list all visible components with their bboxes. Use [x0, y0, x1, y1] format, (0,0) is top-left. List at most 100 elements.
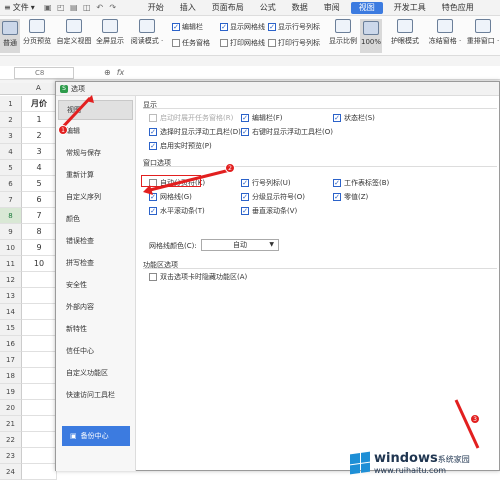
opt-outline-symbols[interactable]: ✓ 分级显示符号(O): [241, 192, 305, 202]
arrange-windows-button[interactable]: 重排窗口 ·: [466, 19, 500, 46]
tab-special[interactable]: 特色应用: [434, 0, 482, 16]
cell-a[interactable]: [22, 464, 57, 480]
cell-a[interactable]: 6: [22, 192, 57, 208]
cell-a[interactable]: [22, 368, 57, 384]
sidebar-item-external[interactable]: 外部内容: [56, 296, 135, 318]
opt-sheet-tabs[interactable]: ✓ 工作表标签(B): [333, 178, 389, 188]
sidebar-item-quick-access[interactable]: 快速访问工具栏: [56, 384, 135, 406]
sidebar-item-security[interactable]: 安全性: [56, 274, 135, 296]
name-box[interactable]: C8: [14, 66, 74, 79]
row-header[interactable]: 12: [0, 272, 22, 288]
row-header[interactable]: 18: [0, 368, 22, 384]
row-header[interactable]: 16: [0, 336, 22, 352]
cell-a[interactable]: [22, 304, 57, 320]
opt-status-bar[interactable]: ✓ 状态栏(S): [333, 113, 375, 123]
sidebar-item-error-check[interactable]: 错误检查: [56, 230, 135, 252]
cell-a[interactable]: 月价: [22, 96, 57, 112]
sidebar-item-trust-center[interactable]: 信任中心: [56, 340, 135, 362]
zoom-100-button[interactable]: 100%: [360, 19, 382, 53]
cell-a[interactable]: 9: [22, 240, 57, 256]
sidebar-item-custom-ribbon[interactable]: 自定义功能区: [56, 362, 135, 384]
cell-a[interactable]: [22, 272, 57, 288]
fullscreen-button[interactable]: 全屏显示: [95, 19, 125, 46]
sidebar-item-color[interactable]: 颜色: [56, 208, 135, 230]
row-header[interactable]: 3: [0, 128, 22, 144]
opt-float-toolbar-right[interactable]: ✓ 右键时显示浮动工具栏(O): [241, 127, 333, 137]
column-a-header[interactable]: A: [36, 84, 41, 92]
open-icon[interactable]: ◰: [56, 3, 66, 13]
undo-icon[interactable]: ↶: [95, 3, 105, 13]
tab-view[interactable]: 视图: [350, 1, 383, 14]
cell-a[interactable]: [22, 416, 57, 432]
row-header[interactable]: 22: [0, 432, 22, 448]
opt-hide-ribbon-dblclick[interactable]: 双击选项卡时隐藏功能区(A): [149, 272, 247, 282]
sidebar-item-spell-check[interactable]: 拼写检查: [56, 252, 135, 274]
sidebar-item-custom-list[interactable]: 自定义序列: [56, 186, 135, 208]
tab-review[interactable]: 审阅: [316, 0, 348, 16]
cell-a[interactable]: [22, 288, 57, 304]
check-task-pane[interactable]: 任务窗格: [172, 38, 210, 48]
cell-a[interactable]: 7: [22, 208, 57, 224]
opt-float-toolbar-select[interactable]: ✓ 选择时显示浮动工具栏(D): [149, 127, 241, 137]
opt-horizontal-scroll[interactable]: ✓ 水平滚动条(T): [149, 206, 205, 216]
cell-a[interactable]: [22, 352, 57, 368]
row-header[interactable]: 5: [0, 160, 22, 176]
zoom-search-icon[interactable]: ⊕: [104, 68, 111, 77]
row-header[interactable]: 17: [0, 352, 22, 368]
row-header[interactable]: 1: [0, 96, 22, 112]
opt-live-preview[interactable]: ✓ 启用实时预览(P): [149, 141, 212, 151]
cell-a[interactable]: [22, 384, 57, 400]
redo-icon[interactable]: ↷: [108, 3, 118, 13]
check-print-gridlines[interactable]: 打印网格线: [220, 38, 265, 48]
tab-home[interactable]: 开始: [140, 0, 172, 16]
cell-a[interactable]: [22, 320, 57, 336]
cell-a[interactable]: 4: [22, 160, 57, 176]
row-header[interactable]: 14: [0, 304, 22, 320]
row-header[interactable]: 24: [0, 464, 22, 480]
cell-a[interactable]: [22, 432, 57, 448]
row-header[interactable]: 13: [0, 288, 22, 304]
sidebar-item-view[interactable]: 视图: [58, 100, 133, 120]
tab-page-layout[interactable]: 页面布局: [204, 0, 252, 16]
opt-row-col-headers[interactable]: ✓ 行号列标(U): [241, 178, 291, 188]
eye-mode-button[interactable]: 护眼模式: [390, 19, 420, 46]
row-header[interactable]: 2: [0, 112, 22, 128]
check-formula-bar[interactable]: ✓ 编辑栏: [172, 22, 203, 32]
tab-developer[interactable]: 开发工具: [386, 0, 434, 16]
check-show-headings[interactable]: ✓ 显示行号列标: [268, 22, 320, 32]
row-header[interactable]: 23: [0, 448, 22, 464]
sidebar-item-recalc[interactable]: 重新计算: [56, 164, 135, 186]
tab-data[interactable]: 数据: [284, 0, 316, 16]
cell-a[interactable]: 10: [22, 256, 57, 272]
row-header[interactable]: 20: [0, 400, 22, 416]
row-header[interactable]: 21: [0, 416, 22, 432]
cell-a[interactable]: 8: [22, 224, 57, 240]
row-header[interactable]: 15: [0, 320, 22, 336]
print-icon[interactable]: ▤: [69, 3, 79, 13]
opt-vertical-scroll[interactable]: ✓ 垂直滚动条(V): [241, 206, 297, 216]
check-show-gridlines[interactable]: ✓ 显示网格线: [220, 22, 265, 32]
normal-view-button[interactable]: 普通: [0, 19, 20, 53]
cell-a[interactable]: 5: [22, 176, 57, 192]
opt-zero-values[interactable]: ✓ 零值(Z): [333, 192, 368, 202]
row-header[interactable]: 8: [0, 208, 22, 224]
row-header[interactable]: 6: [0, 176, 22, 192]
freeze-panes-button[interactable]: 冻结窗格 ·: [428, 19, 462, 46]
cell-a[interactable]: [22, 448, 57, 464]
gridline-color-select[interactable]: 自动 ▼: [201, 239, 279, 251]
cell-a[interactable]: [22, 336, 57, 352]
zoom-button[interactable]: 显示比例: [328, 19, 358, 46]
cell-a[interactable]: 3: [22, 144, 57, 160]
sidebar-item-new-features[interactable]: 新特性: [56, 318, 135, 340]
tab-formulas[interactable]: 公式: [252, 0, 284, 16]
row-header[interactable]: 9: [0, 224, 22, 240]
check-print-headings[interactable]: 打印行号列标: [268, 38, 320, 48]
preview-icon[interactable]: ◫: [82, 3, 92, 13]
page-break-preview-button[interactable]: 分页预览: [22, 19, 52, 46]
file-menu[interactable]: ≡ 文件 ▾: [0, 0, 39, 16]
cell-a[interactable]: 2: [22, 128, 57, 144]
fx-icon[interactable]: fx: [117, 68, 125, 77]
custom-view-button[interactable]: 自定义视图: [56, 19, 92, 46]
tab-insert[interactable]: 插入: [172, 0, 204, 16]
reading-mode-button[interactable]: 阅读模式 ·: [130, 19, 164, 46]
